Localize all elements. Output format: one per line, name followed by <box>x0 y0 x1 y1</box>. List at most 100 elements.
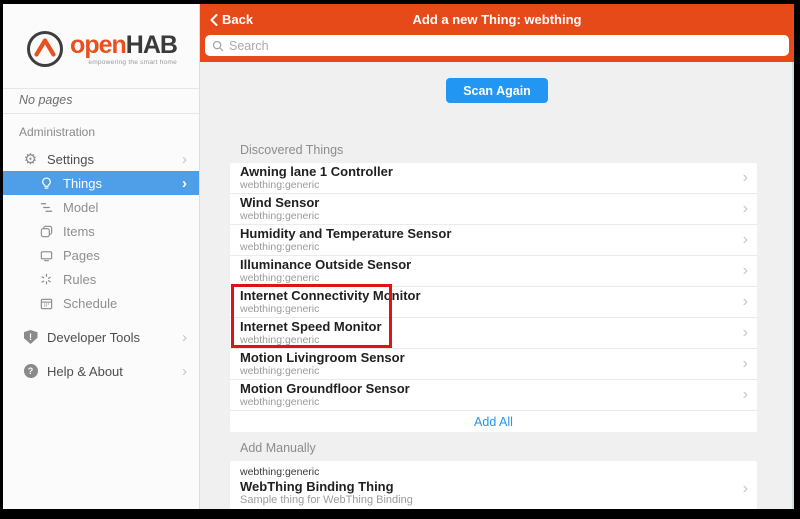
thing-title: Internet Speed Monitor <box>240 320 727 334</box>
back-button[interactable]: Back <box>210 12 253 27</box>
chevron-right-icon: › <box>743 263 748 279</box>
app-window: openHAB empowering the smart home No pag… <box>3 4 794 509</box>
discovered-thing-row[interactable]: Wind Sensor webthing:generic › <box>230 194 757 225</box>
chevron-right-icon: › <box>743 481 748 497</box>
sidebar-item-label: Model <box>63 200 187 215</box>
sidebar-item-label: Help & About <box>47 364 182 379</box>
add-manually-list: webthing:generic WebThing Binding Thing … <box>230 461 757 509</box>
discovered-thing-row[interactable]: Motion Groundfloor Sensor webthing:gener… <box>230 380 757 411</box>
sidebar-item-items[interactable]: Items <box>3 219 199 243</box>
thing-title: WebThing Binding Thing <box>240 479 727 494</box>
discovered-thing-row[interactable]: Internet Speed Monitor webthing:generic … <box>230 318 757 349</box>
chevron-right-icon: › <box>182 330 187 345</box>
gear-icon: ⚙ <box>22 152 39 167</box>
model-tree-icon <box>38 200 55 215</box>
chevron-right-icon: › <box>743 356 748 372</box>
thing-type: webthing:generic <box>240 303 727 315</box>
thing-title: Humidity and Temperature Sensor <box>240 227 727 241</box>
sidebar-item-model[interactable]: Model <box>3 195 199 219</box>
sidebar-item-rules[interactable]: Rules <box>3 267 199 291</box>
sidebar-menu: ⚙ Settings › Things › <box>3 147 199 383</box>
chevron-right-icon: › <box>743 201 748 217</box>
thing-title: Motion Groundfloor Sensor <box>240 382 727 396</box>
discovered-things-section-label: Discovered Things <box>240 143 757 157</box>
sidebar-item-settings[interactable]: ⚙ Settings › <box>3 147 199 171</box>
thing-type: webthing:generic <box>240 365 727 377</box>
add-all-button[interactable]: Add All <box>230 411 757 432</box>
thing-type: webthing:generic <box>240 466 727 479</box>
sidebar-item-help-about[interactable]: ? Help & About › <box>3 359 199 383</box>
chevron-right-icon: › <box>743 325 748 341</box>
thing-title: Awning lane 1 Controller <box>240 165 727 179</box>
page-title: Add a new Thing: webthing <box>200 12 794 27</box>
sidebar-item-label: Things <box>63 176 182 191</box>
thing-type: webthing:generic <box>240 241 727 253</box>
layers-icon <box>38 224 55 239</box>
menu-spacer <box>3 349 199 359</box>
thing-title: Internet Connectivity Monitor <box>240 289 727 303</box>
discovered-things-list: Awning lane 1 Controller webthing:generi… <box>230 163 757 432</box>
calendar-icon <box>38 296 55 311</box>
discovered-thing-row[interactable]: Motion Livingroom Sensor webthing:generi… <box>230 349 757 380</box>
navbar: Back Add a new Thing: webthing <box>200 4 794 35</box>
discovered-thing-row[interactable]: Awning lane 1 Controller webthing:generi… <box>230 163 757 194</box>
chevron-right-icon: › <box>743 387 748 403</box>
sidebar-item-things[interactable]: Things › <box>3 171 199 195</box>
logo-word-hab: HAB <box>126 31 177 59</box>
sidebar-item-label: Items <box>63 224 187 239</box>
sidebar-item-label: Settings <box>47 152 182 167</box>
openhab-logo-icon <box>25 29 65 69</box>
sidebar-item-schedule[interactable]: Schedule <box>3 291 199 315</box>
shield-icon: ! <box>22 330 39 344</box>
thing-type: webthing:generic <box>240 396 727 408</box>
question-icon: ? <box>22 364 39 378</box>
chevron-right-icon: › <box>182 176 187 191</box>
thing-title: Illuminance Outside Sensor <box>240 258 727 272</box>
sidebar-item-label: Pages <box>63 248 187 263</box>
discovered-thing-row[interactable]: Illuminance Outside Sensor webthing:gene… <box>230 256 757 287</box>
search-box[interactable] <box>205 35 789 56</box>
thing-type: webthing:generic <box>240 272 727 284</box>
no-pages-placeholder: No pages <box>3 88 199 114</box>
content-area: Scan Again Discovered Things Awning lane… <box>200 62 794 509</box>
chevron-right-icon: › <box>743 232 748 248</box>
thing-title: Wind Sensor <box>240 196 727 210</box>
sidebar-item-developer-tools[interactable]: ! Developer Tools › <box>3 325 199 349</box>
search-icon <box>212 40 224 52</box>
sidebar-item-label: Developer Tools <box>47 330 182 345</box>
sidebar-item-pages[interactable]: Pages <box>3 243 199 267</box>
add-manually-section-label: Add Manually <box>240 441 757 455</box>
lightbulb-icon <box>38 176 55 191</box>
chevron-right-icon: › <box>182 364 187 379</box>
thing-type: webthing:generic <box>240 210 727 222</box>
openhab-wordmark: openHAB empowering the smart home <box>70 33 177 66</box>
page-header: Back Add a new Thing: webthing <box>200 4 794 62</box>
scan-again-button[interactable]: Scan Again <box>446 78 548 103</box>
search-bar <box>200 35 794 62</box>
thing-type: webthing:generic <box>240 334 727 346</box>
back-chevron-icon <box>210 14 218 26</box>
search-input[interactable] <box>229 39 782 53</box>
chevron-right-icon: › <box>743 170 748 186</box>
administration-section-label: Administration <box>3 114 199 147</box>
back-label: Back <box>222 12 253 27</box>
logo-tagline: empowering the smart home <box>70 59 177 66</box>
discovered-thing-row[interactable]: Internet Connectivity Monitor webthing:g… <box>230 287 757 318</box>
sparkle-icon <box>38 272 55 287</box>
main-panel: Back Add a new Thing: webthing Scan Agai… <box>200 4 794 509</box>
chevron-right-icon: › <box>182 152 187 167</box>
thing-title: Motion Livingroom Sensor <box>240 351 727 365</box>
thing-description: Sample thing for WebThing Binding <box>240 494 727 507</box>
window-edge <box>792 62 794 509</box>
chevron-right-icon: › <box>743 294 748 310</box>
sidebar-item-label: Schedule <box>63 296 187 311</box>
discovered-thing-row[interactable]: Humidity and Temperature Sensor webthing… <box>230 225 757 256</box>
sidebar-item-label: Rules <box>63 272 187 287</box>
monitor-icon <box>38 248 55 263</box>
openhab-logo: openHAB empowering the smart home <box>3 4 199 88</box>
thing-type: webthing:generic <box>240 179 727 191</box>
menu-spacer <box>3 315 199 325</box>
manual-thing-row[interactable]: webthing:generic WebThing Binding Thing … <box>230 461 757 509</box>
logo-word-open: open <box>70 31 126 59</box>
sidebar: openHAB empowering the smart home No pag… <box>3 4 200 509</box>
